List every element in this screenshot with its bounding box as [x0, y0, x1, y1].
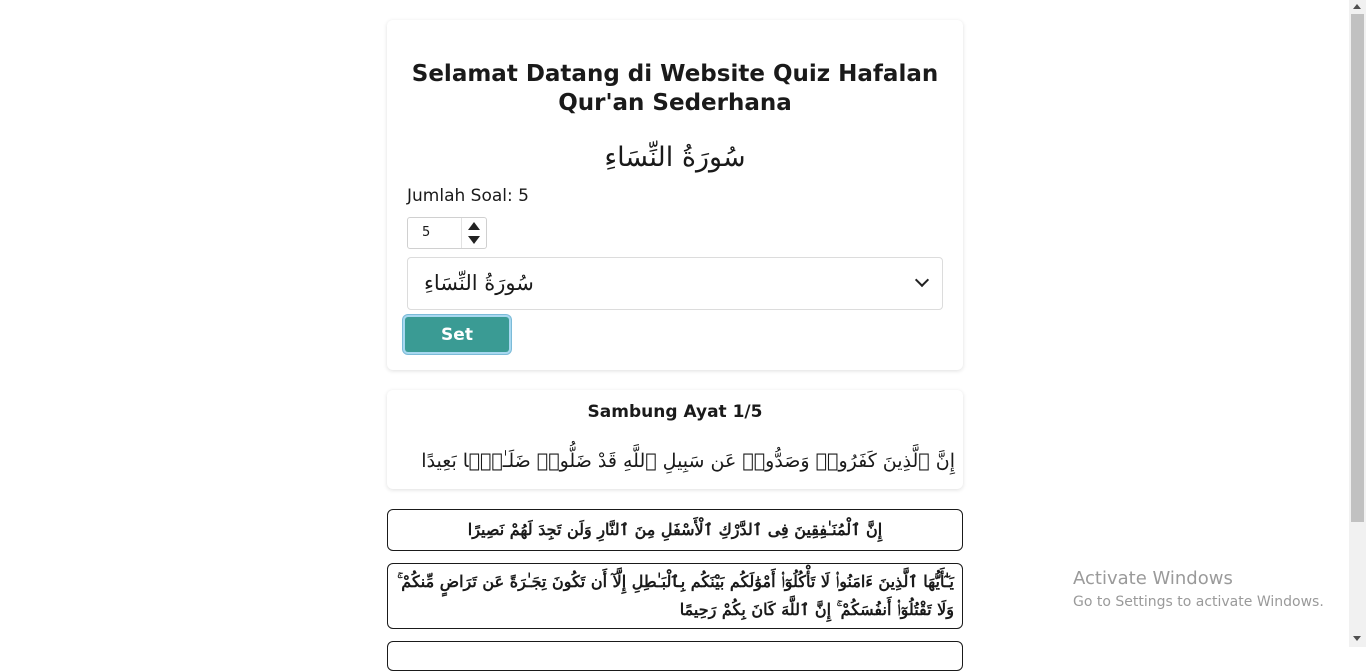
question-count-label: Jumlah Soal: 5 — [407, 186, 529, 206]
surah-heading: سُورَةُ النِّسَاءِ — [604, 142, 746, 173]
spin-down-icon[interactable] — [468, 236, 480, 244]
page-title: Selamat Datang di Website Quiz Hafalan Q… — [407, 60, 943, 118]
activate-windows-watermark: Activate Windows Go to Settings to activ… — [1073, 568, 1324, 612]
set-button[interactable]: Set — [405, 317, 509, 352]
ayah-text: إِنَّ ٱلَّذِينَ كَفَرُوا۟ وَصَدُّوا۟ عَن… — [421, 450, 955, 472]
page-title-line2: Qur'an Sederhana — [558, 90, 792, 116]
question-count-input[interactable]: 5 — [407, 217, 487, 249]
chevron-down-icon — [914, 272, 930, 288]
setup-card: Selamat Datang di Website Quiz Hafalan Q… — [387, 20, 963, 370]
quiz-card: Sambung Ayat 1/5 إِنَّ ٱلَّذِينَ كَفَرُو… — [387, 390, 963, 489]
scroll-up-arrow-icon[interactable] — [1353, 4, 1361, 9]
scroll-thumb[interactable] — [1351, 14, 1364, 522]
question-count-value: 5 — [422, 225, 431, 240]
surah-select[interactable]: سُورَةُ النِّسَاءِ — [407, 257, 943, 310]
watermark-line1: Activate Windows — [1073, 568, 1233, 589]
surah-select-value: سُورَةُ النِّسَاءِ — [424, 271, 534, 295]
vertical-scrollbar[interactable] — [1349, 0, 1366, 647]
page-title-line1: Selamat Datang di Website Quiz Hafalan — [411, 61, 939, 87]
watermark-line2: Go to Settings to activate Windows. — [1073, 594, 1324, 610]
answer-option[interactable]: إِنَّ ٱلْمُنَـٰفِقِينَ فِى ٱلدَّرْكِ ٱلْ… — [387, 509, 963, 551]
quiz-title: Sambung Ayat 1/5 — [587, 402, 763, 422]
spin-up-icon[interactable] — [468, 222, 480, 230]
scroll-down-arrow-icon[interactable] — [1353, 636, 1361, 641]
answer-option[interactable] — [387, 641, 963, 671]
answer-option[interactable]: يَـٰٓأَيُّهَا ٱلَّذِينَ ءَامَنُوا۟ لَا ت… — [387, 563, 963, 629]
number-spinner[interactable] — [461, 218, 486, 248]
